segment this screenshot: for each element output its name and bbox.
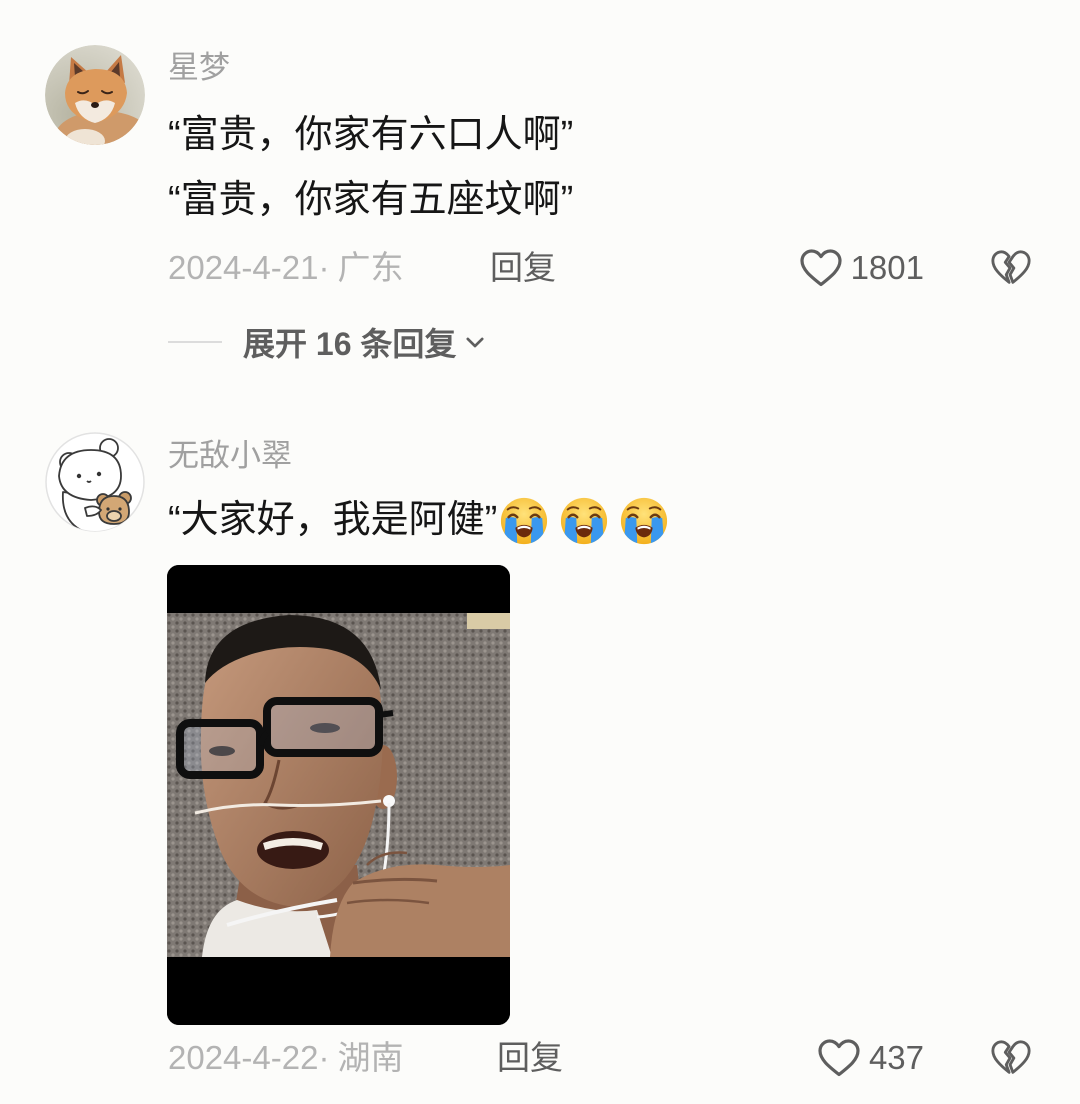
- broken-heart-icon: [991, 1040, 1031, 1074]
- comment-location: 广东: [337, 249, 404, 286]
- comment-item: 无敌小翠 “大家好，我是阿健” 2024-4-22· 湖南 回复 437: [0, 428, 1080, 1080]
- comment-date: 2024-4-21: [168, 249, 319, 286]
- avatar[interactable]: [45, 45, 145, 145]
- like-count: 437: [868, 1039, 924, 1076]
- comment-list: 星梦 “富贵，你家有六口人啊” “富贵，你家有五座坟啊” 2024-4-21· 广…: [0, 0, 1080, 1104]
- meta-separator: ·: [318, 249, 330, 286]
- reply-button[interactable]: 回复: [497, 1036, 563, 1080]
- dislike-button[interactable]: [990, 1038, 1032, 1078]
- comment-text-line: “大家好，我是阿健”: [168, 499, 498, 541]
- expand-replies-row: 展开 16 条回复: [0, 320, 1080, 364]
- comment-location: 湖南: [337, 1039, 404, 1076]
- username[interactable]: 无敌小翠: [168, 436, 292, 476]
- cartoon-bear-avatar: [45, 432, 145, 532]
- comment-image[interactable]: [167, 565, 510, 1025]
- username[interactable]: 星梦: [168, 48, 230, 88]
- like-button[interactable]: 1801: [799, 246, 924, 290]
- loudly-crying-face-icon: [559, 496, 609, 546]
- meta-separator: ·: [318, 1039, 330, 1076]
- broken-heart-icon: [991, 250, 1031, 284]
- loudly-crying-face-icon: [499, 496, 549, 546]
- reply-button[interactable]: 回复: [490, 246, 556, 290]
- comment-date: 2024-4-22: [168, 1039, 319, 1076]
- dislike-button[interactable]: [990, 248, 1032, 288]
- comment-text: “富贵，你家有六口人啊” “富贵，你家有五座坟啊”: [168, 103, 1048, 233]
- comment-text: “大家好，我是阿健”: [168, 488, 669, 553]
- comment-meta-row: 2024-4-22· 湖南 回复 437: [0, 1036, 1080, 1080]
- expand-replies-button[interactable]: 展开 16 条回复: [243, 320, 484, 364]
- like-count: 1801: [850, 249, 924, 286]
- like-button[interactable]: 437: [817, 1036, 924, 1080]
- comment-item: 星梦 “富贵，你家有六口人啊” “富贵，你家有五座坟啊” 2024-4-21· 广…: [0, 40, 1080, 370]
- photo: [167, 565, 510, 1025]
- comment-text-line: “富贵，你家有五座坟啊”: [168, 179, 574, 221]
- chevron-down-icon: [466, 337, 484, 347]
- expand-replies-label: 展开 16 条回复: [243, 326, 457, 362]
- loudly-crying-face-icon: [619, 496, 669, 546]
- emoji-group: [499, 496, 669, 546]
- heart-outline-icon: [818, 1039, 860, 1077]
- fox-avatar: [45, 45, 145, 145]
- comment-text-line: “富贵，你家有六口人啊”: [168, 114, 574, 156]
- expand-divider: [168, 341, 222, 343]
- heart-outline-icon: [799, 249, 842, 287]
- comment-meta-row: 2024-4-21· 广东 回复 1801: [0, 246, 1080, 290]
- comment-date-location: 2024-4-21· 广东: [168, 246, 403, 290]
- comment-date-location: 2024-4-22· 湖南: [168, 1036, 403, 1080]
- avatar[interactable]: [45, 432, 145, 532]
